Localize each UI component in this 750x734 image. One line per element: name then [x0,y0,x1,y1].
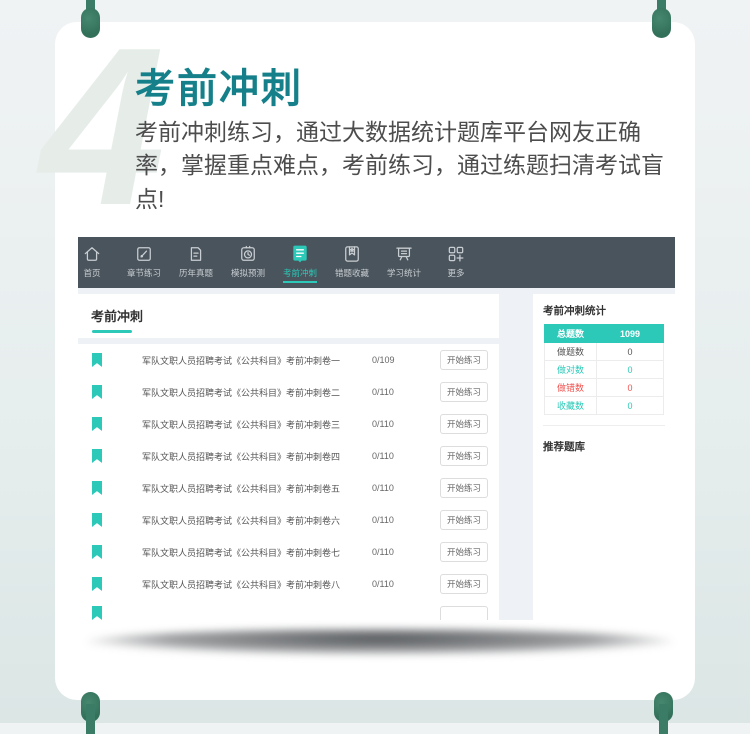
nav-label: 章节练习 [126,268,161,278]
exam-progress: 0/110 [372,579,394,589]
exam-progress: 0/110 [372,547,394,557]
exam-progress: 0/109 [372,355,395,365]
bookmark-icon [92,417,102,431]
exam-row: 军队文职人员招聘考试《公共科目》考前冲刺卷三 0/110 开始练习 [78,408,499,440]
stats-header-value: 1099 [596,324,664,343]
stats-table-header-row: 总题数 1099 [544,324,664,343]
exam-row: 军队文职人员招聘考试《公共科目》考前冲刺卷一 0/109 开始练习 [78,344,499,376]
exam-row: 军队文职人员招聘考试《公共科目》考前冲刺卷四 0/110 开始练习 [78,440,499,472]
nav-label: 学习统计 [386,268,421,278]
exam-row: 军队文职人员招聘考试《公共科目》考前冲刺卷七 0/110 开始练习 [78,536,499,568]
bookmark-icon [92,545,102,559]
page-title: 考前冲刺 [135,67,303,111]
nav-label: 历年真题 [178,268,213,278]
exam-progress: 0/110 [372,515,394,525]
wrong-favorites-icon [345,246,359,262]
study-stats-icon [396,247,412,261]
bookmark-icon [92,481,102,495]
exam-progress: 0/110 [372,419,394,429]
nav-label: 考前冲刺 [282,267,317,283]
start-practice-button[interactable]: 开始练习 [440,414,488,434]
nav-label: 错题收藏 [334,268,369,278]
exam-title: 军队文职人员招聘考试《公共科目》考前冲刺卷七 [142,547,341,558]
nav-item-home[interactable]: 首页 [78,244,118,279]
mock-test-icon [241,245,255,261]
stats-row-favorites: 收藏数 0 [544,396,664,415]
stats-value: 0 [596,360,664,379]
more-icon [448,246,464,262]
start-practice-button[interactable]: 开始练习 [440,350,488,370]
stats-label: 做题数 [544,342,597,361]
stats-row-done: 做题数 0 [544,342,664,361]
stats-panel: 考前冲刺统计 总题数 1099 做题数 0 做对数 0 做错数 0 收藏数 0 … [533,294,675,620]
start-practice-button[interactable]: 开始练习 [440,382,488,402]
exam-progress: 0/110 [372,483,394,493]
exam-progress: 0/110 [372,451,394,461]
nav-label: 更多 [447,268,465,278]
start-practice-button[interactable]: 开始练习 [440,574,488,594]
exam-row: 军队文职人员招聘考试《公共科目》考前冲刺卷五 0/110 开始练习 [78,472,499,504]
exam-title: 军队文职人员招聘考试《公共科目》考前冲刺卷四 [142,451,341,462]
stats-panel-title: 考前冲刺统计 [543,305,606,317]
top-navbar: 首页 章节练习 历年真题 模拟预测 考前冲刺 错题收藏 学习统计 更多 [78,237,675,288]
exam-row: 军队文职人员招聘考试《公共科目》考前冲刺卷二 0/110 开始练习 [78,376,499,408]
sprint-icon [293,245,307,263]
start-practice-button[interactable] [440,606,488,620]
stats-label: 做错数 [544,378,597,397]
divider [543,425,665,426]
nav-item-chapter-practice[interactable]: 章节练习 [118,244,170,279]
stats-header-label: 总题数 [544,324,597,343]
bookmark-icon [92,577,102,591]
nav-item-more[interactable]: 更多 [430,244,482,279]
exam-row: 军队文职人员招聘考试《公共科目》考前冲刺卷六 0/110 开始练习 [78,504,499,536]
home-icon [84,247,100,261]
nav-item-mock-test[interactable]: 模拟预测 [222,244,274,279]
nav-item-study-stats[interactable]: 学习统计 [378,244,430,279]
bookmark-icon [92,606,102,620]
start-practice-button[interactable]: 开始练习 [440,446,488,466]
nav-item-past-papers[interactable]: 历年真题 [170,244,222,279]
exam-title: 军队文职人员招聘考试《公共科目》考前冲刺卷八 [142,579,341,590]
start-practice-button[interactable]: 开始练习 [440,478,488,498]
app-screenshot: 首页 章节练习 历年真题 模拟预测 考前冲刺 错题收藏 学习统计 更多 考前冲刺… [78,237,675,620]
bookmark-icon [92,385,102,399]
exam-title: 军队文职人员招聘考试《公共科目》考前冲刺卷五 [142,483,341,494]
stats-row-wrong: 做错数 0 [544,378,664,397]
exam-title: 军队文职人员招聘考试《公共科目》考前冲刺卷二 [142,387,341,398]
stats-value: 0 [596,342,664,361]
stats-value: 0 [596,396,664,415]
nav-item-sprint[interactable]: 考前冲刺 [274,244,326,283]
start-practice-button[interactable]: 开始练习 [440,510,488,530]
exam-title: 军队文职人员招聘考试《公共科目》考前冲刺卷一 [142,355,341,366]
exam-title: 军队文职人员招聘考试《公共科目》考前冲刺卷六 [142,515,341,526]
title-underline [92,330,132,333]
recommend-title: 推荐题库 [543,441,585,453]
page-description: 考前冲刺练习，通过大数据统计题库平台网友正确率，掌握重点难点，考前练习，通过练题… [135,119,664,212]
bookmark-icon [92,513,102,527]
stats-table: 总题数 1099 做题数 0 做对数 0 做错数 0 收藏数 0 [544,324,664,415]
exam-list: 军队文职人员招聘考试《公共科目》考前冲刺卷一 0/109 开始练习 军队文职人员… [78,344,499,620]
past-papers-icon [190,247,202,261]
nav-label: 模拟预测 [230,268,265,278]
list-panel-title: 考前冲刺 [91,309,144,324]
stats-label: 收藏数 [544,396,597,415]
screenshot-shadow [86,629,674,655]
exam-progress: 0/110 [372,387,394,397]
start-practice-button[interactable]: 开始练习 [440,542,488,562]
bookmark-icon [92,353,102,367]
stats-value: 0 [596,378,664,397]
bookmark-icon [92,449,102,463]
list-panel-header: 考前冲刺 [78,294,499,338]
stats-row-correct: 做对数 0 [544,360,664,379]
stats-label: 做对数 [544,360,597,379]
exam-row: 军队文职人员招聘考试《公共科目》考前冲刺卷八 0/110 开始练习 [78,568,499,600]
app-content: 考前冲刺 军队文职人员招聘考试《公共科目》考前冲刺卷一 0/109 开始练习 军… [78,288,675,620]
exam-row [78,600,499,620]
exam-title: 军队文职人员招聘考试《公共科目》考前冲刺卷三 [142,419,341,430]
nav-item-wrong-favorites[interactable]: 错题收藏 [326,244,378,279]
chapter-practice-icon [137,247,151,261]
nav-label: 首页 [83,268,101,278]
